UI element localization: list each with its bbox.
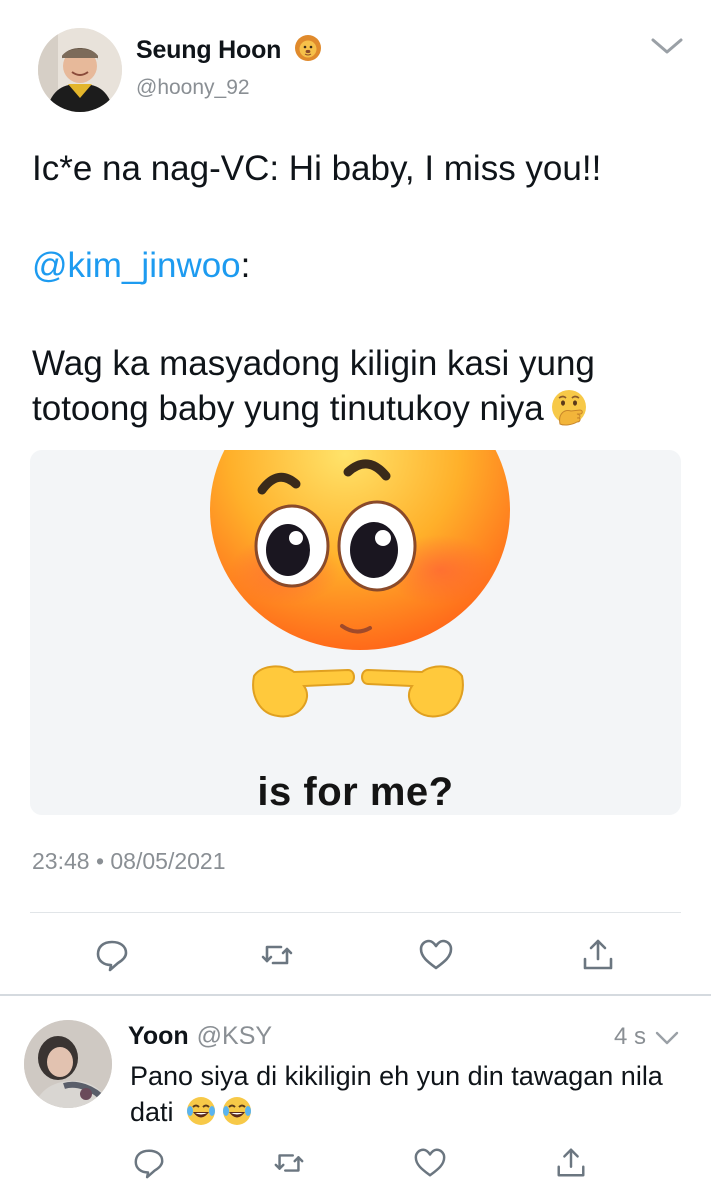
mention-link[interactable]: @kim_jinwoo [32,246,241,285]
tweet-timestamp[interactable]: 23:48 • 08/05/2021 [32,848,226,875]
reply-author-avatar[interactable] [24,1020,112,1108]
like-icon[interactable] [413,1146,449,1182]
share-icon[interactable] [554,1146,590,1182]
tweet-text-line-content: totoong baby yung tinutukoy niya [32,389,544,428]
tears-of-joy-emoji-icon [185,1095,217,1127]
lion-emoji-icon [294,34,322,62]
chevron-down-icon[interactable] [654,1030,680,1046]
divider [0,994,711,996]
mention-suffix: : [240,246,251,285]
chevron-down-icon[interactable] [650,36,684,56]
author-name-text: Seung Hoon [136,36,282,64]
reply-author-name[interactable]: Yoon [128,1022,189,1050]
tears-of-joy-emoji-icon [221,1095,253,1127]
reply-icon[interactable] [94,937,130,973]
tweet-mention-line: @kim_jinwoo: [32,243,250,288]
reply-time: 4 s [614,1023,647,1050]
tweet-text-line: Ic*e na nag-VC: Hi baby, I miss you!! [32,149,602,188]
tweet-text-line: Wag ka masyadong kiligin kasi yung [32,344,595,383]
retweet-icon[interactable] [259,937,295,973]
tweet-media-image[interactable]: is for me? [30,450,681,815]
reply-icon[interactable] [132,1146,168,1182]
like-icon[interactable] [418,937,454,973]
reply-author-handle[interactable]: @KSY [197,1022,272,1050]
author-handle[interactable]: @hoony_92 [136,76,250,100]
author-name[interactable]: Seung Hoon [136,34,322,65]
share-icon[interactable] [580,937,616,973]
retweet-icon[interactable] [272,1146,308,1182]
reply-text: Pano siya di kikiligin eh yun din tawaga… [130,1058,700,1130]
tweet-text-line: totoong baby yung tinutukoy niya [32,386,588,431]
author-avatar[interactable] [38,28,122,112]
blushing-emoji-pointing-fingers-image [30,450,681,815]
hand-over-mouth-emoji-icon [550,388,588,426]
media-caption: is for me? [257,770,454,814]
divider [30,912,681,913]
reply-header: Yoon @KSY [128,1022,272,1051]
